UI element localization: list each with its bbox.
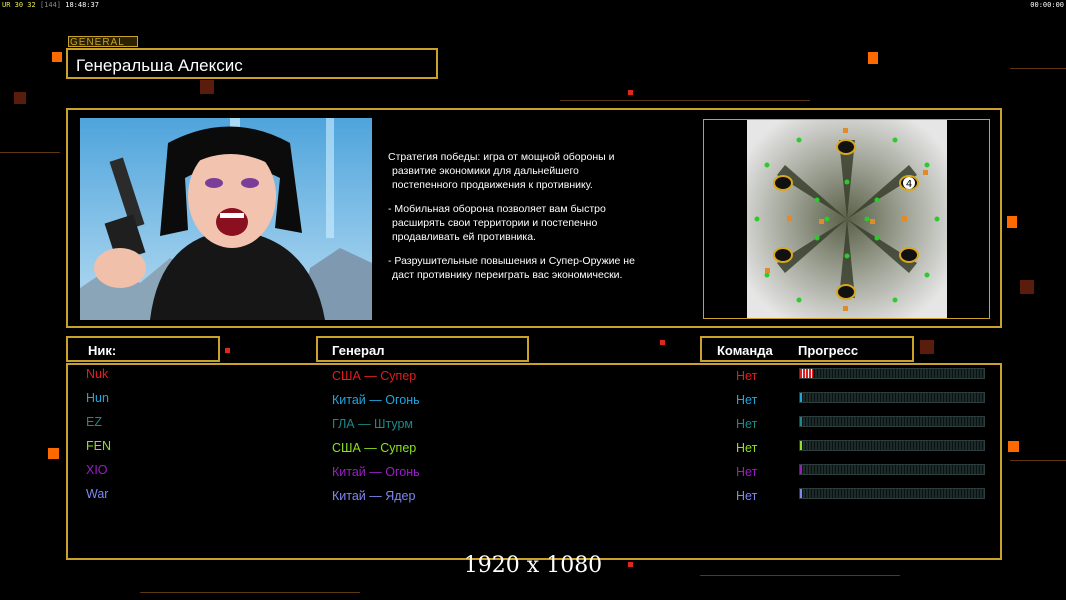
player-team: Нет [736, 369, 758, 383]
general-portrait-icon [80, 118, 372, 320]
player-progress-bar [799, 416, 985, 427]
player-general: США — Супер [332, 369, 417, 383]
description-line: постепенного продвижения к противнику. [392, 179, 593, 191]
player-progress-fill [800, 393, 802, 402]
bg-square [48, 448, 59, 459]
bg-square [52, 52, 62, 62]
player-progress-bar [799, 464, 985, 475]
player-nick: XIO [86, 463, 108, 477]
bg-line [140, 592, 360, 593]
team-progress-column-header: Команда Прогресс [700, 336, 914, 362]
bg-square [868, 52, 878, 64]
bg-line [1010, 460, 1066, 461]
description-line: - Мобильная оборона позволяет вам быстро [388, 203, 606, 215]
hud-bracket: [144] [39, 1, 62, 9]
bg-square [225, 348, 230, 353]
player-nick: Nuk [86, 367, 109, 381]
nick-header-label: Ник: [88, 343, 117, 358]
bg-square [1020, 280, 1034, 294]
bg-square [920, 340, 934, 354]
description-line: продавливать ей противника. [392, 231, 536, 243]
nick-column-header: Ник: [66, 336, 220, 362]
description-line: расширять свои территории и постепенно [392, 217, 598, 229]
player-nick: Hun [86, 391, 109, 405]
hud-clock: 18:48:37 [65, 1, 99, 9]
player-progress-fill [800, 489, 802, 498]
bg-line [0, 152, 60, 153]
general-name: Генеральша Алексис [76, 56, 243, 75]
player-nick: EZ [86, 415, 102, 429]
bg-line [560, 100, 810, 101]
player-progress-bar [799, 488, 985, 499]
map-marker-number: 4 [906, 179, 912, 190]
strategy-description: Стратегия победы: игра от мощной обороны… [388, 150, 698, 292]
bg-square [1007, 216, 1017, 228]
general-header-label: Генерал [332, 343, 385, 358]
description-line: Стратегия победы: игра от мощной обороны… [388, 151, 615, 163]
player-general: Китай — Огонь [332, 393, 420, 407]
description-paragraph: - Разрушительные повышения и Супер-Оружи… [388, 254, 698, 282]
hud-stats: UR 30 32 [144] 18:48:37 [2, 1, 99, 9]
general-name-box: Генеральша Алексис [66, 48, 438, 79]
minimap-icon[interactable]: 4 [747, 120, 947, 318]
bg-square [14, 92, 26, 104]
player-progress-fill [800, 369, 813, 378]
player-team: Нет [736, 417, 758, 431]
bg-line [1010, 68, 1066, 69]
player-general: Китай — Ядер [332, 489, 416, 503]
resolution-label: 1920 x 1080 [463, 553, 603, 578]
hud-fps: UR 30 32 [2, 1, 36, 9]
description-line: развитие экономики для дальнейшего [392, 165, 579, 177]
player-team: Нет [736, 441, 758, 455]
player-general: США — Супер [332, 441, 417, 455]
player-progress-bar [799, 392, 985, 403]
bg-square [200, 80, 214, 94]
team-header-label: Команда [717, 343, 773, 358]
player-team: Нет [736, 465, 758, 479]
general-column-header: Генерал [316, 336, 529, 362]
player-progress-fill [800, 465, 802, 474]
player-team: Нет [736, 393, 758, 407]
bg-square [628, 90, 633, 95]
description-line: даст противнику переиграть вас экономиче… [392, 269, 623, 281]
player-nick: FEN [86, 439, 111, 453]
player-general: ГЛА — Штурм [332, 417, 414, 431]
description-paragraph: Стратегия победы: игра от мощной обороны… [388, 150, 698, 192]
description-paragraph: - Мобильная оборона позволяет вам быстро… [388, 202, 698, 244]
player-nick: War [86, 487, 109, 501]
bg-square [660, 340, 665, 345]
hud-timer: 00:00:00 [1030, 1, 1064, 9]
progress-header-label: Прогресс [798, 343, 859, 358]
player-team: Нет [736, 489, 758, 503]
player-general: Китай — Огонь [332, 465, 420, 479]
player-progress-fill [800, 417, 802, 426]
general-tab-label: GENERAL [68, 36, 138, 48]
player-progress-bar [799, 368, 985, 379]
player-progress-bar [799, 440, 985, 451]
bg-square [1008, 441, 1019, 452]
description-line: - Разрушительные повышения и Супер-Оружи… [388, 255, 635, 267]
player-progress-fill [800, 441, 802, 450]
